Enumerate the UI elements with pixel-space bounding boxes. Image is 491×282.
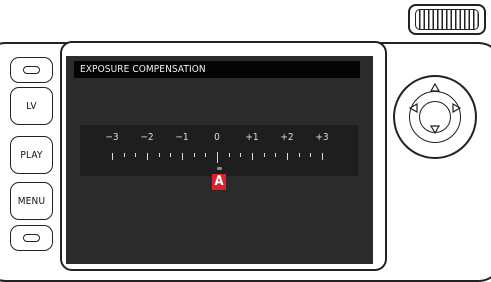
ev-label: −1: [175, 132, 189, 143]
thumbwheel-icon[interactable]: [408, 4, 486, 35]
scale-tick: [147, 153, 148, 160]
lv-button[interactable]: LV: [10, 87, 53, 125]
pill-icon: [23, 66, 40, 74]
ev-label: −2: [140, 132, 154, 143]
play-button[interactable]: PLAY: [10, 136, 53, 174]
marker-pointer: [217, 167, 222, 170]
menu-button-label: MENU: [17, 195, 46, 207]
scale-tick: [112, 153, 113, 160]
arrow-up-icon[interactable]: [430, 83, 440, 93]
scale-tick: [229, 153, 230, 157]
ev-label: +1: [245, 132, 259, 143]
lcd-screen: EXPOSURE COMPENSATION −3 −2 −1 0 +1 +2 +3 A: [66, 56, 373, 264]
scale-tick: [194, 153, 195, 157]
scale-tick: [287, 153, 288, 160]
scale-tick: [240, 153, 241, 157]
scale-tick: [264, 153, 265, 157]
arrow-right-icon[interactable]: [451, 103, 461, 113]
scale-tick: [299, 153, 300, 157]
scale-tick: [170, 153, 171, 157]
top-indicator-button[interactable]: [10, 57, 53, 83]
scale-tick: [310, 153, 311, 157]
scale-tick: [135, 153, 136, 157]
arrow-left-icon[interactable]: [409, 103, 419, 113]
exposure-marker: A: [212, 174, 226, 190]
play-button-label: PLAY: [20, 149, 43, 161]
scale-tick: [322, 153, 323, 160]
scale-center-tick: [217, 152, 218, 163]
pill-icon: [23, 234, 40, 242]
scale-tick: [205, 153, 206, 157]
screen-title: EXPOSURE COMPENSATION: [74, 61, 360, 78]
arrow-down-icon[interactable]: [430, 124, 440, 134]
ev-label: 0: [214, 132, 220, 143]
scale-tick: [124, 153, 125, 157]
lv-button-label: LV: [26, 100, 37, 112]
scale-tick: [252, 153, 253, 160]
scale-tick: [275, 153, 276, 157]
ev-label: +2: [280, 132, 294, 143]
thumbwheel-ridges: [415, 9, 479, 30]
bottom-indicator-button[interactable]: [10, 225, 53, 251]
scale-tick: [159, 153, 160, 157]
ev-label: +3: [315, 132, 329, 143]
ev-label: −3: [105, 132, 119, 143]
menu-button[interactable]: MENU: [10, 182, 53, 220]
scale-tick: [182, 153, 183, 160]
